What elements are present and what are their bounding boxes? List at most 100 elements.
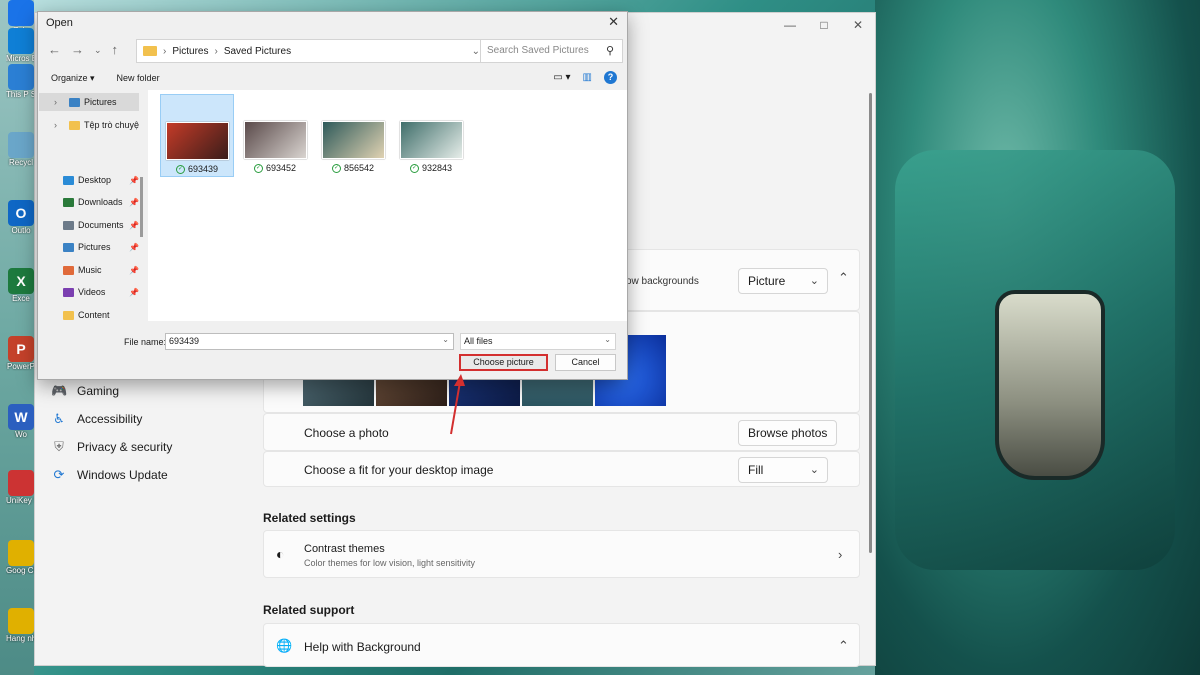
file-thumbnail (165, 122, 229, 160)
filename-input[interactable]: 693439 ⌄ (165, 333, 454, 350)
related-settings-heading: Related settings (263, 511, 356, 525)
minimize-button[interactable]: — (773, 13, 807, 37)
desktop-icon-label: Wo (15, 430, 27, 439)
fit-label: Choose a fit for your desktop image (304, 463, 494, 477)
sync-status-icon: ✓ (253, 163, 263, 173)
file-item[interactable]: ✓ 693452 (238, 94, 312, 177)
contrast-themes-card[interactable]: ◐ Contrast themes Color themes for low v… (263, 530, 860, 578)
breadcrumb-saved-pictures[interactable]: Saved Pictures (224, 46, 291, 57)
tree-item-label: Pictures (84, 97, 117, 107)
tree-item[interactable]: Videos 📌 (39, 283, 139, 301)
filetype-value: All files (464, 336, 493, 346)
breadcrumb-pictures[interactable]: Pictures (172, 46, 208, 57)
close-icon[interactable]: ✕ (608, 14, 619, 30)
view-mode-icon[interactable]: ▭ ▾ (553, 72, 570, 83)
tree-item[interactable]: › Pictures (39, 93, 139, 111)
fit-dropdown[interactable]: Fill ⌄ (738, 457, 828, 483)
cancel-button[interactable]: Cancel (555, 354, 616, 371)
desktop-icon[interactable]: Micros Edg (6, 28, 36, 63)
pin-icon: 📌 (129, 242, 139, 252)
expand-icon[interactable]: › (54, 120, 57, 130)
browse-photos-button[interactable]: Browse photos (738, 420, 838, 446)
file-item[interactable]: ✓ 932843 (394, 94, 468, 177)
chevron-right-icon: › (163, 45, 167, 57)
globe-icon: 🌐 (276, 638, 293, 653)
tree-item-label: Content (78, 310, 110, 320)
file-name-label: 693439 (187, 164, 219, 174)
folder-icon (63, 242, 74, 252)
desktop-icon[interactable]: Hang nhan (6, 608, 36, 643)
tree-item[interactable]: Pictures 📌 (39, 238, 139, 256)
desktop-icon[interactable]: X Exce (6, 268, 36, 303)
nav-item-privacy[interactable]: ⛨ Privacy & security (51, 439, 172, 455)
address-bar[interactable]: › Pictures › Saved Pictures ⌄ ⟳ (136, 39, 511, 63)
settings-scrollbar[interactable] (869, 93, 872, 553)
desktop-icon-label: This P Short (6, 90, 36, 99)
tree-item[interactable]: › Tệp trò chuyệ (39, 116, 139, 134)
expand-icon[interactable]: › (54, 97, 57, 107)
address-dropdown-icon[interactable]: ⌄ (472, 46, 480, 57)
tree-item[interactable]: Content (39, 306, 139, 324)
nav-item-label: Accessibility (77, 412, 143, 426)
close-button[interactable]: ✕ (841, 13, 875, 37)
nav-item-accessibility[interactable]: ♿ Accessibility (51, 411, 142, 427)
organize-button[interactable]: Organize ▾ (51, 73, 95, 84)
forward-icon[interactable]: → (71, 42, 84, 58)
tree-item-label: Downloads (78, 197, 123, 207)
app-icon: W (8, 404, 34, 430)
filetype-dropdown[interactable]: All files ⌄ (460, 333, 616, 350)
nav-item-gaming[interactable]: 🎮 Gaming (51, 383, 119, 399)
app-icon: O (8, 200, 34, 226)
folder-icon (143, 46, 157, 56)
file-item[interactable]: ✓ 856542 (316, 94, 390, 177)
folder-icon (69, 97, 80, 107)
chevron-down-icon[interactable]: ⌄ (442, 335, 449, 344)
tree-item-label: Documents (78, 220, 124, 230)
navigation-pane-scrollbar[interactable] (140, 177, 143, 237)
desktop-icon-label: UniKey Short (6, 496, 36, 505)
help-background-card[interactable]: 🌐 Help with Background ⌃ (263, 623, 860, 667)
file-name: ✓ 693452 (238, 163, 312, 173)
app-icon (8, 470, 34, 496)
desktop-icon[interactable]: O Outlo (6, 200, 36, 235)
file-item[interactable]: ✓ 693439 (160, 94, 234, 177)
desktop-icon[interactable]: W Wo (6, 404, 36, 439)
up-icon[interactable]: ↑ (112, 42, 119, 58)
app-icon: X (8, 268, 34, 294)
app-icon (8, 540, 34, 566)
tree-item[interactable]: Music 📌 (39, 261, 139, 279)
desktop-icon-label: PowerP (6, 362, 35, 371)
desktop-icon[interactable]: Recycl (6, 132, 36, 167)
tree-item-label: Tệp trò chuyệ (84, 120, 139, 130)
new-folder-button[interactable]: New folder (117, 73, 160, 84)
tree-item[interactable]: Documents 📌 (39, 216, 139, 234)
contrast-icon: ◐ (276, 546, 285, 562)
help-icon[interactable]: ? (604, 71, 617, 84)
folder-icon (63, 265, 74, 275)
desktop-icon[interactable]: Goog Chrom (6, 540, 36, 575)
maximize-button[interactable]: □ (807, 13, 841, 37)
tree-item[interactable]: Desktop 📌 (39, 171, 139, 189)
choose-photo-card: Choose a photo Browse photos (263, 413, 860, 451)
app-icon (8, 28, 34, 54)
chevron-down-icon: ⌄ (809, 275, 819, 287)
app-icon (8, 0, 34, 26)
choose-picture-button[interactable]: Choose picture (459, 354, 548, 371)
tree-item[interactable]: Downloads 📌 (39, 193, 139, 211)
desktop-icon[interactable]: P PowerP (6, 336, 36, 371)
tree-item-label: Videos (78, 287, 106, 297)
related-support-heading: Related support (263, 603, 355, 617)
background-type-dropdown[interactable]: Picture ⌄ (738, 268, 828, 294)
tree-item-label: Desktop (78, 175, 112, 185)
search-input[interactable]: Search Saved Pictures ⚲ (480, 39, 623, 63)
chevron-down-icon: ⌄ (809, 464, 819, 476)
desktop-icon[interactable]: UniKey Short (6, 470, 36, 505)
nav-item-label: Privacy & security (77, 440, 173, 454)
preview-pane-icon[interactable]: ▥ (583, 72, 592, 83)
folder-icon (63, 197, 74, 207)
recent-dropdown-icon[interactable]: ⌄ (94, 42, 102, 58)
nav-item-windows-update[interactable]: ⟳ Windows Update (51, 467, 168, 483)
chevron-up-icon[interactable]: ⌃ (838, 270, 849, 286)
desktop-icon[interactable]: This P Short (6, 64, 36, 99)
back-icon[interactable]: ← (48, 42, 61, 58)
